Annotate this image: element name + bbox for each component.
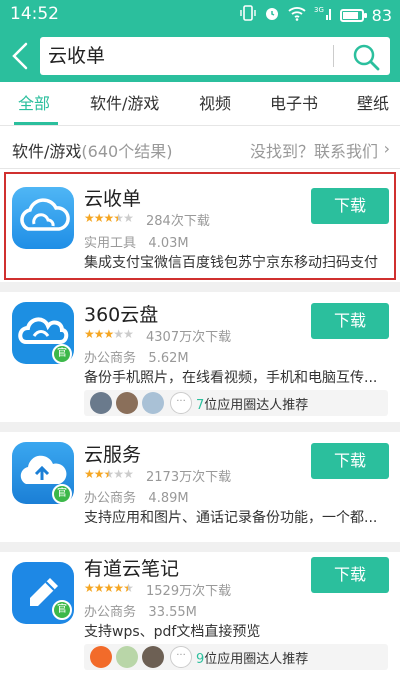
recommend-text: 9位应用圈达人推荐 — [196, 648, 308, 667]
star-icon: ★ — [93, 327, 105, 341]
app-name: 有道云笔记 — [84, 558, 180, 580]
tab-all[interactable]: 全部 — [18, 82, 50, 126]
rating-stars: ★★★★★ — [84, 467, 134, 481]
recommend-bar[interactable]: ··· 7位应用圈达人推荐 — [84, 390, 388, 416]
app-category: 办公商务 — [84, 491, 137, 506]
download-button[interactable]: 下载 — [311, 303, 389, 339]
star-icon: ★ — [113, 327, 124, 341]
star-icon: ★ — [84, 467, 95, 481]
search-button[interactable] — [352, 43, 380, 71]
app-description: 支持应用和图片、通话记录备份功能，一个都... — [84, 510, 378, 526]
status-time: 14:52 — [10, 4, 59, 24]
active-tab-indicator — [14, 122, 58, 125]
results-title: 软件/游戏(640个结果) — [12, 138, 172, 162]
star-icon: ★ — [93, 581, 105, 595]
download-count: 1529万次下载 — [146, 584, 232, 599]
app-meta: 办公商务 5.62M — [84, 347, 189, 366]
divider — [0, 282, 400, 292]
star-icon: ★ — [93, 467, 105, 481]
avatar — [142, 392, 164, 414]
results-category: 软件/游戏 — [12, 142, 82, 161]
avatar — [90, 646, 112, 668]
app-category: 办公商务 — [84, 605, 137, 620]
recommend-bar[interactable]: ··· 9位应用圈达人推荐 — [84, 644, 388, 670]
star-icon: ★ — [103, 581, 115, 595]
tab-software-games[interactable]: 软件/游戏 — [90, 82, 159, 126]
download-button[interactable]: 下载 — [311, 443, 389, 479]
search-field[interactable]: 云收单 — [40, 37, 390, 75]
app-description: 备份手机照片，在线看视频，手机和电脑互传... — [84, 370, 378, 386]
app-name: 360云盘 — [84, 304, 159, 326]
chevron-right-icon: › — [383, 139, 390, 158]
svg-text:3G: 3G — [314, 6, 324, 14]
app-meta: 办公商务 33.55M — [84, 601, 197, 620]
tab-wallpaper[interactable]: 壁纸 — [357, 82, 389, 126]
status-bar: 14:52 3G 83 — [0, 0, 400, 30]
search-header: 云收单 — [0, 30, 400, 82]
list-item[interactable]: 官 云服务 ★★★★★ 2173万次下载 办公商务 4.89M 支持应用和图片、… — [0, 432, 400, 542]
divider — [0, 422, 400, 432]
app-size: 4.89M — [148, 491, 189, 506]
vibrate-icon — [239, 5, 256, 25]
star-icon: ★ — [123, 467, 134, 481]
divider — [0, 542, 400, 552]
battery-percent: 83 — [371, 5, 392, 25]
star-icon: ★ — [84, 581, 95, 595]
star-icon: ★ — [123, 327, 134, 341]
download-count: 2173万次下载 — [146, 470, 232, 485]
official-badge: 官 — [52, 484, 72, 504]
recommend-label: 位应用圈达人推荐 — [204, 398, 309, 413]
app-meta: 办公商务 4.89M — [84, 487, 189, 506]
star-icon: ★ — [113, 467, 124, 481]
tab-video[interactable]: 视频 — [199, 82, 231, 126]
recommend-text: 7位应用圈达人推荐 — [196, 394, 308, 413]
download-count: 4307万次下载 — [146, 330, 232, 345]
tab-ebooks[interactable]: 电子书 — [270, 82, 318, 126]
official-badge: 官 — [52, 344, 72, 364]
back-button[interactable] — [6, 38, 36, 74]
app-size: 5.62M — [148, 351, 189, 366]
category-tabs: 全部 软件/游戏 视频 电子书 壁纸 — [0, 82, 400, 126]
app-category: 办公商务 — [84, 351, 137, 366]
app-name: 云服务 — [84, 444, 142, 466]
official-badge: 官 — [52, 600, 72, 620]
chevron-left-icon — [12, 42, 28, 70]
results-count: (640个结果) — [81, 142, 173, 161]
search-icon — [353, 44, 380, 71]
highlight-box — [4, 172, 396, 280]
avatar — [116, 646, 138, 668]
contact-us-link[interactable]: 没找到？联系我们 — [250, 138, 378, 162]
more-icon: ··· — [170, 646, 192, 668]
recommend-label: 位应用圈达人推荐 — [204, 652, 309, 667]
app-description: 支持wps、pdf文档直接预览 — [84, 624, 261, 640]
avatar — [142, 646, 164, 668]
search-divider — [333, 45, 334, 67]
status-icons: 3G 83 — [239, 5, 392, 25]
list-item[interactable]: 官 有道云笔记 ★★★★★ 1529万次下载 办公商务 33.55M 支持wps… — [0, 552, 400, 676]
half-star-icon: ★ — [103, 467, 115, 481]
alarm-icon — [264, 5, 280, 25]
more-icon: ··· — [170, 392, 192, 414]
rating-stars: ★★★★★ — [84, 327, 134, 341]
rating-stars: ★★★★★ — [84, 581, 134, 595]
list-item[interactable]: 官 360云盘 ★★★★★ 4307万次下载 办公商务 5.62M 备份手机照片… — [0, 292, 400, 422]
star-icon: ★ — [103, 327, 115, 341]
battery-icon — [339, 8, 367, 22]
search-input[interactable]: 云收单 — [48, 37, 105, 75]
signal-icon: 3G — [314, 5, 332, 25]
results-header: 软件/游戏(640个结果) 没找到？联系我们 › — [0, 127, 400, 169]
download-button[interactable]: 下载 — [311, 557, 389, 593]
wifi-icon — [288, 5, 306, 25]
app-size: 33.55M — [148, 605, 197, 620]
star-icon: ★ — [84, 327, 95, 341]
half-star-icon: ★ — [123, 581, 134, 595]
avatar — [116, 392, 138, 414]
avatar — [90, 392, 112, 414]
star-icon: ★ — [113, 581, 124, 595]
